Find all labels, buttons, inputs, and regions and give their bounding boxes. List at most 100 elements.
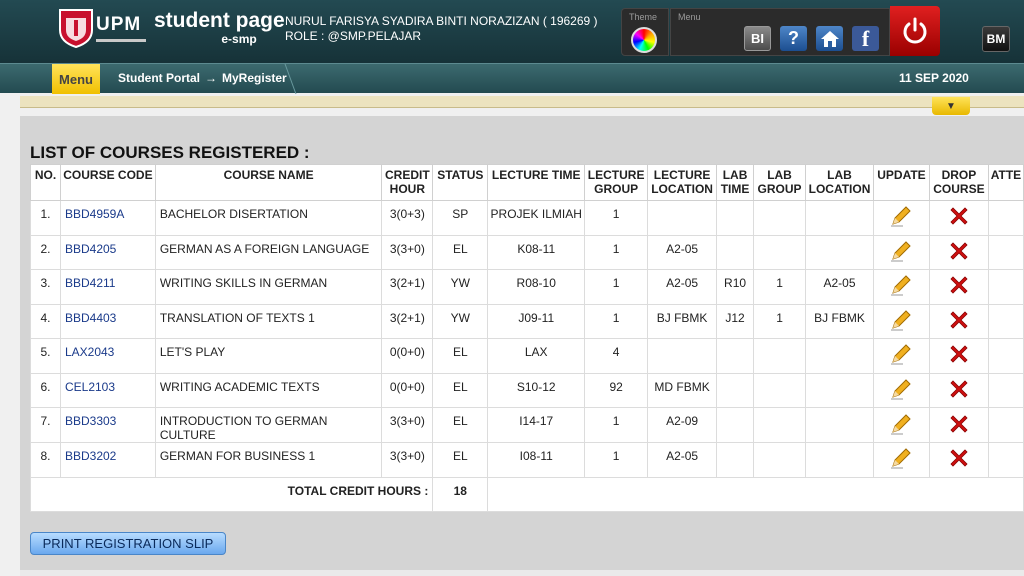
language-bi-button[interactable]: BI	[744, 26, 771, 51]
update-button[interactable]	[872, 372, 930, 408]
table-row: 5. LAX2043 LET'S PLAY 0(0+0) EL LAX 4	[30, 338, 1024, 374]
collapsible-strip	[20, 96, 1024, 108]
table-row: 1. BBD4959A BACHELOR DISERTATION 3(0+3) SP PR…	[30, 200, 1024, 236]
table-cell: R08-10	[487, 269, 586, 305]
table-cell: EL	[432, 338, 489, 374]
table-cell: K08-11	[487, 234, 586, 270]
logo[interactable]: UPM student page e-smp	[58, 8, 285, 48]
table-cell: PROJEK ILMIAH	[487, 200, 586, 236]
pencil-icon	[889, 413, 913, 439]
table-row: 8. BBD3202 GERMAN FOR BUSINESS 1 3(3+0) EL I0…	[30, 442, 1024, 478]
course-code-link[interactable]: LAX2043	[59, 338, 156, 374]
drop-course-button[interactable]	[928, 200, 989, 236]
course-code-link[interactable]: BBD3303	[59, 407, 156, 443]
table-cell: MD FBMK	[647, 372, 718, 408]
red-x-icon	[947, 449, 971, 473]
strip-toggle-button[interactable]: ▼	[932, 97, 970, 115]
table-cell: J09-11	[487, 303, 586, 339]
table-cell: S10-12	[487, 372, 586, 408]
drop-course-button[interactable]	[928, 269, 989, 305]
table-cell: I14-17	[487, 407, 586, 443]
drop-course-button[interactable]	[928, 234, 989, 270]
menu-button[interactable]: Menu	[52, 64, 100, 94]
table-cell: 1	[584, 200, 649, 236]
language-bm-button[interactable]: BM	[982, 26, 1010, 52]
table-cell: 4	[584, 338, 649, 374]
table-row: 4. BBD4403 TRANSLATION OF TEXTS 1 3(2+1) YW J…	[30, 303, 1024, 339]
table-cell: A2-09	[647, 407, 718, 443]
table-cell	[716, 338, 755, 374]
table-cell: 1	[584, 442, 649, 478]
table-cell: I08-11	[487, 442, 586, 478]
course-code-link[interactable]: BBD4959A	[59, 200, 156, 236]
theme-panel: Theme	[621, 8, 669, 56]
red-x-icon	[947, 380, 971, 404]
drop-course-button[interactable]	[928, 442, 989, 478]
drop-course-button[interactable]	[928, 338, 989, 374]
column-header: LAB TIME	[716, 164, 755, 201]
update-button[interactable]	[872, 200, 930, 236]
table-cell	[753, 442, 807, 478]
table-cell: LAX	[487, 338, 586, 374]
pencil-icon	[889, 379, 913, 404]
table-row: 6. CEL2103 WRITING ACADEMIC TEXTS 0(0+0) EL S…	[30, 372, 1024, 408]
drop-course-button[interactable]	[928, 372, 989, 408]
table-cell: 3.	[30, 269, 61, 305]
table-cell: 1	[584, 269, 649, 305]
table-cell: A2-05	[647, 234, 718, 270]
update-button[interactable]	[872, 442, 930, 478]
table-cell: 6.	[30, 372, 61, 408]
column-header: UPDATE	[872, 164, 930, 201]
table-cell: A2-05	[647, 269, 718, 305]
pencil-icon	[889, 448, 913, 473]
table-cell: GERMAN AS A FOREIGN LANGUAGE	[154, 234, 383, 270]
table-cell: 3(3+0)	[381, 407, 434, 443]
breadcrumb-myregister[interactable]: MyRegister	[222, 71, 287, 85]
facebook-button[interactable]: f	[852, 26, 879, 51]
table-cell: 3(3+0)	[381, 234, 434, 270]
table-row: 7. BBD3303 INTRODUCTION TO GERMAN CULTURE 3…	[30, 407, 1024, 443]
update-button[interactable]	[872, 407, 930, 443]
upm-shield-icon	[59, 9, 93, 48]
table-cell: A2-05	[647, 442, 718, 478]
table-cell: 1	[753, 303, 807, 339]
power-icon	[903, 17, 927, 44]
drop-course-button[interactable]	[928, 407, 989, 443]
column-header: CREDIT HOUR	[381, 164, 434, 201]
home-button[interactable]	[816, 26, 843, 51]
course-code-link[interactable]: BBD3202	[59, 442, 156, 478]
table-cell: YW	[432, 303, 489, 339]
update-button[interactable]	[872, 303, 930, 339]
color-wheel-icon[interactable]	[631, 27, 657, 53]
red-x-icon	[947, 414, 971, 439]
course-code-link[interactable]: CEL2103	[59, 372, 156, 408]
table-cell	[753, 200, 807, 236]
column-header: LAB LOCATION	[805, 164, 874, 201]
course-code-link[interactable]: BBD4211	[59, 269, 156, 305]
table-cell: 1	[753, 269, 807, 305]
table-cell	[753, 338, 807, 374]
table-cell	[716, 234, 755, 270]
course-code-link[interactable]: BBD4205	[59, 234, 156, 270]
header-bar: UPM student page e-smp NURUL FARISYA SYA…	[0, 0, 1024, 63]
table-cell: 1	[584, 407, 649, 443]
table-cell: J12	[716, 303, 755, 339]
course-code-link[interactable]: BBD4403	[59, 303, 156, 339]
red-x-icon	[947, 311, 971, 335]
logout-button[interactable]	[890, 6, 940, 56]
bottom-strip	[20, 570, 1024, 576]
column-header: LAB GROUP	[753, 164, 807, 201]
table-cell	[987, 442, 1024, 478]
print-registration-slip-button[interactable]: PRINT REGISTRATION SLIP	[30, 532, 226, 555]
update-button[interactable]	[872, 269, 930, 305]
breadcrumb-student-portal[interactable]: Student Portal	[118, 71, 200, 85]
column-header: LECTURE GROUP	[584, 164, 649, 201]
column-header: COURSE CODE	[59, 164, 156, 201]
update-button[interactable]	[872, 338, 930, 374]
table-cell	[805, 372, 874, 408]
update-button[interactable]	[872, 234, 930, 270]
table-cell	[716, 442, 755, 478]
help-button[interactable]: ?	[780, 26, 807, 51]
table-cell: 3(0+3)	[381, 200, 434, 236]
drop-course-button[interactable]	[928, 303, 989, 339]
